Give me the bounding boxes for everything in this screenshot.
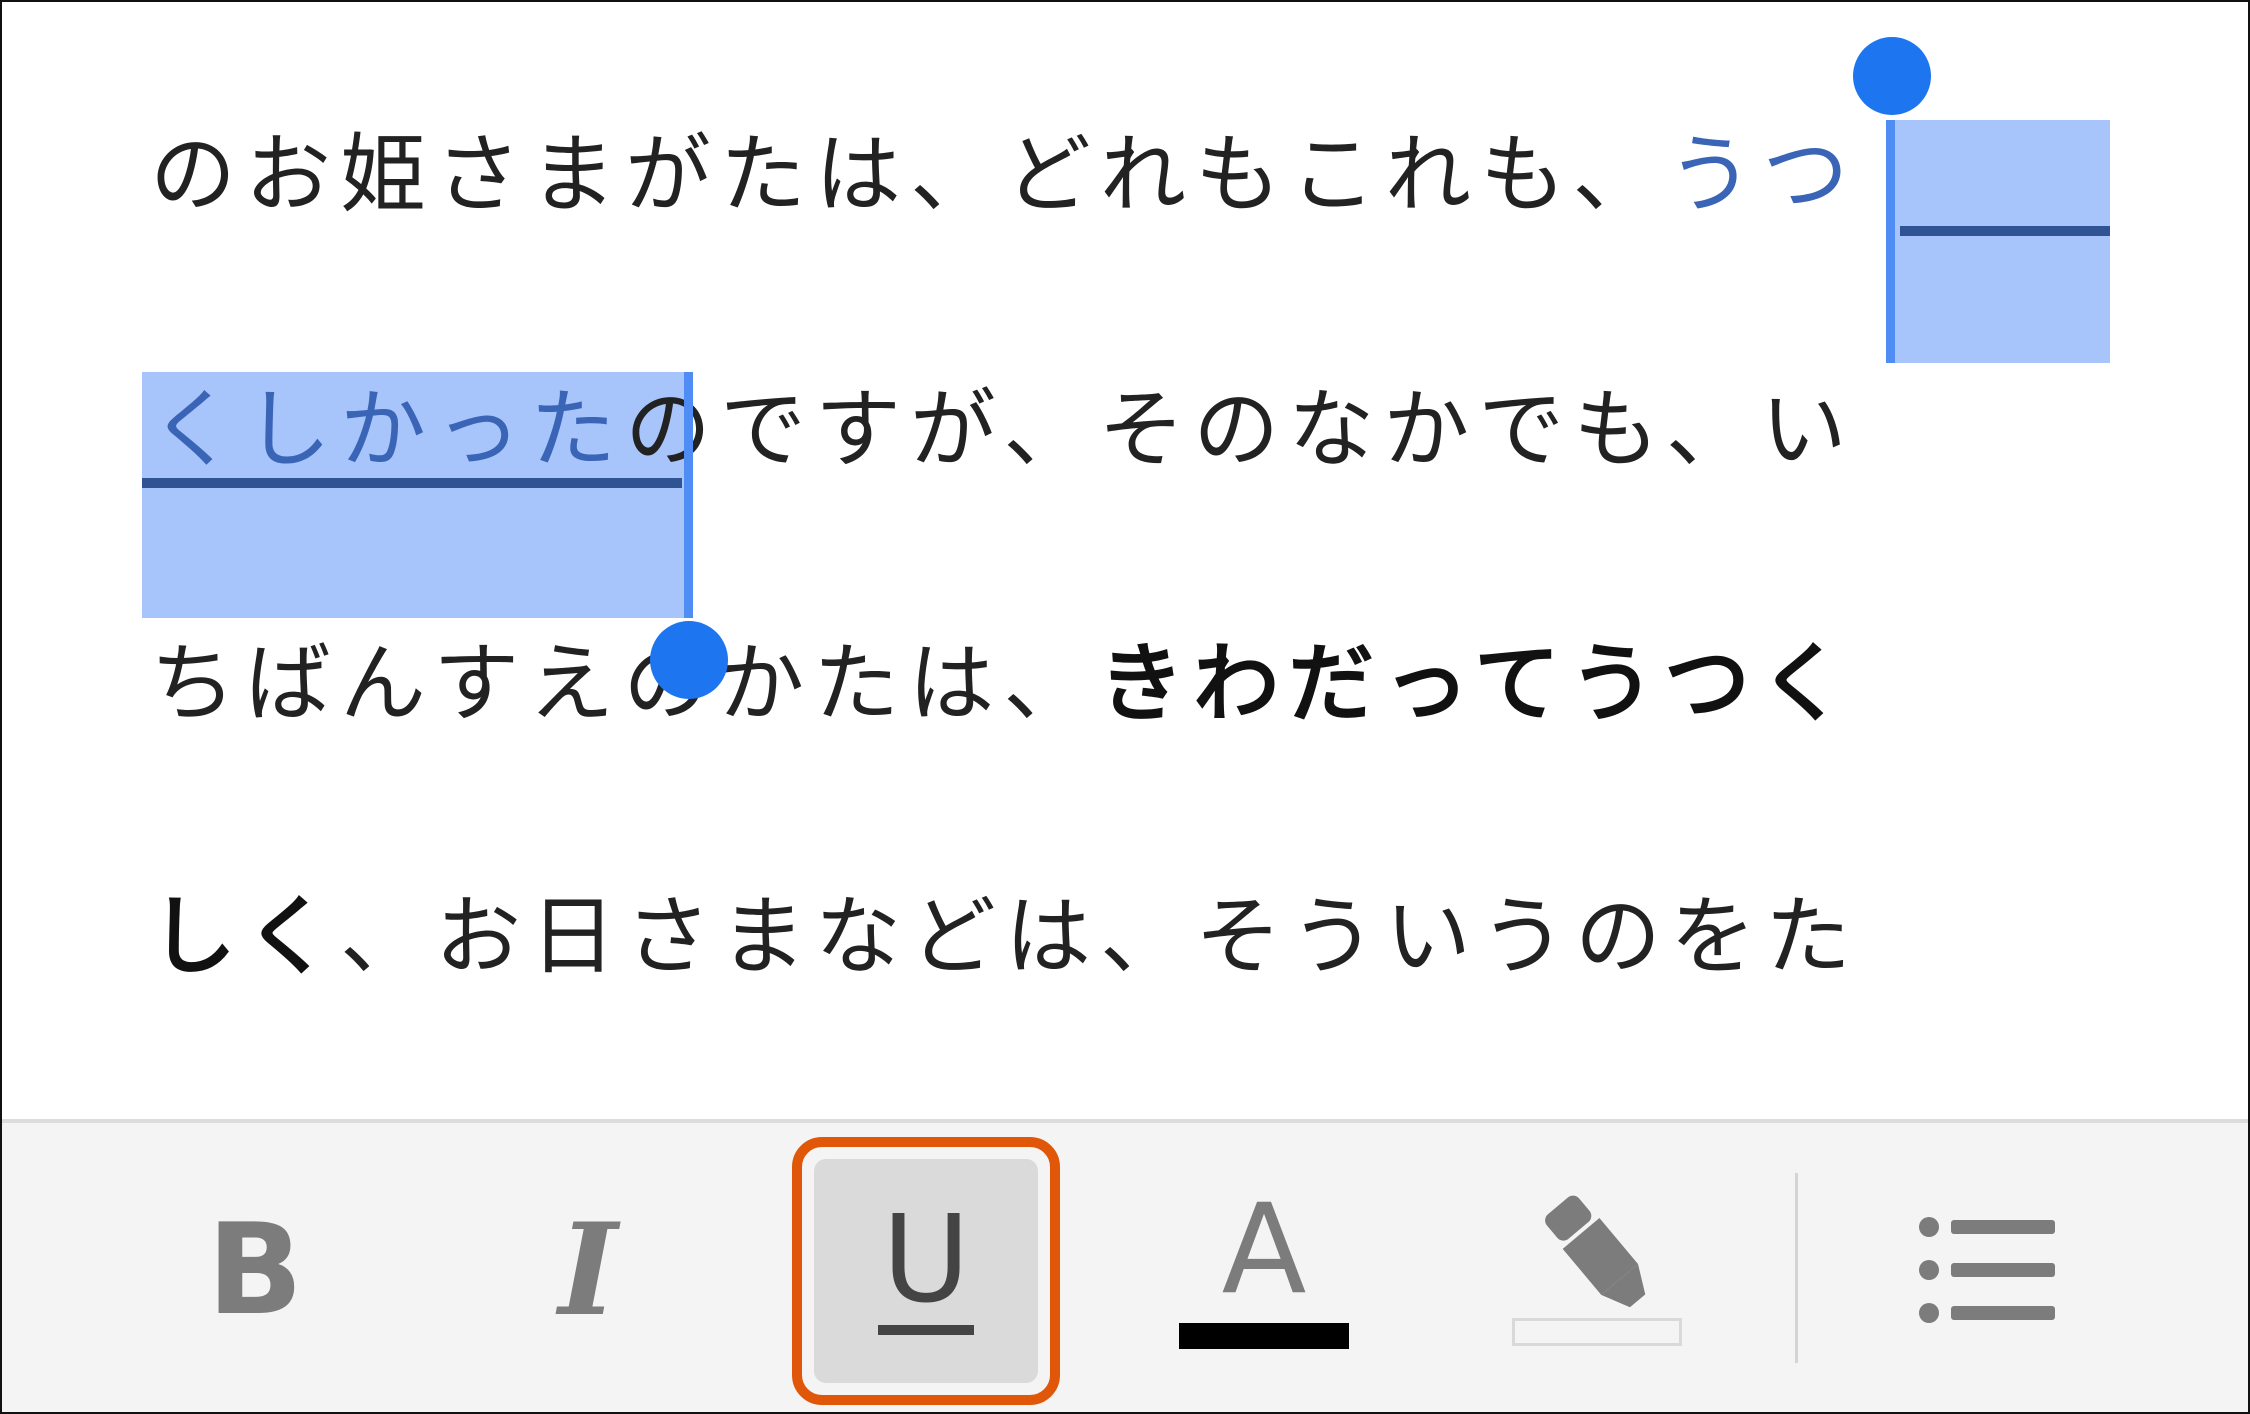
highlighter-icon — [1512, 1194, 1682, 1346]
text-color-icon: A — [1179, 1177, 1349, 1349]
text-color-swatch — [1179, 1322, 1349, 1349]
list-icon — [1919, 1216, 2055, 1323]
highlight-color-swatch — [1512, 1317, 1682, 1346]
toolbar-divider — [1795, 1173, 1798, 1363]
text-color-glyph: A — [1221, 1177, 1307, 1322]
underline-icon: U — [878, 1190, 974, 1335]
text-segment: ちばんすえのかたは、 — [150, 634, 1099, 734]
list-button[interactable] — [1877, 1123, 2097, 1412]
editor-window: のお姫さまがたは、どれもこれも、うつ くしかったのですが、そのなかでも、い ちば… — [0, 0, 2250, 1414]
selection-end-caret — [684, 372, 693, 618]
bold-button[interactable]: B — [145, 1123, 365, 1412]
text-line-4: しく、お日さまなどは、そういうのをた — [150, 882, 2110, 992]
selection-start-handle[interactable] — [1853, 37, 1931, 115]
text-color-button[interactable]: A — [1154, 1123, 1374, 1412]
underline-stroke — [878, 1324, 974, 1335]
text-segment: 、お日さまなどは、そういうのをた — [340, 887, 1860, 987]
bold-icon: B — [206, 1196, 304, 1343]
selected-text: うつ — [1667, 125, 1858, 225]
underline-glyph: U — [882, 1190, 970, 1330]
bold-text: きわだってうつく — [1098, 634, 1854, 734]
underline-button[interactable]: U — [816, 1123, 1036, 1412]
text-editor[interactable]: のお姫さまがたは、どれもこれも、うつ くしかったのですが、そのなかでも、い ちば… — [2, 2, 2248, 1119]
selected-text: くしかった — [150, 380, 625, 480]
text-segment: のですが、そのなかでも、い — [625, 380, 1856, 480]
text-line-1: のお姫さまがたは、どれもこれも、うつ — [150, 120, 2110, 230]
bold-text: しく — [150, 887, 340, 987]
selection-end-handle[interactable] — [650, 621, 728, 699]
highlight-button[interactable] — [1487, 1123, 1707, 1412]
selection-start-caret — [1886, 120, 1895, 363]
marker-icon — [1545, 1195, 1646, 1307]
italic-button[interactable]: I — [478, 1123, 698, 1412]
formatting-toolbar: B I U A — [2, 1119, 2248, 1412]
italic-icon: I — [558, 1195, 618, 1344]
text-line-3: ちばんすえのかたは、きわだってうつく — [150, 629, 2110, 739]
text-segment: のお姫さまがたは、どれもこれも、 — [150, 125, 1668, 225]
text-line-2: くしかったのですが、そのなかでも、い — [150, 375, 2110, 485]
